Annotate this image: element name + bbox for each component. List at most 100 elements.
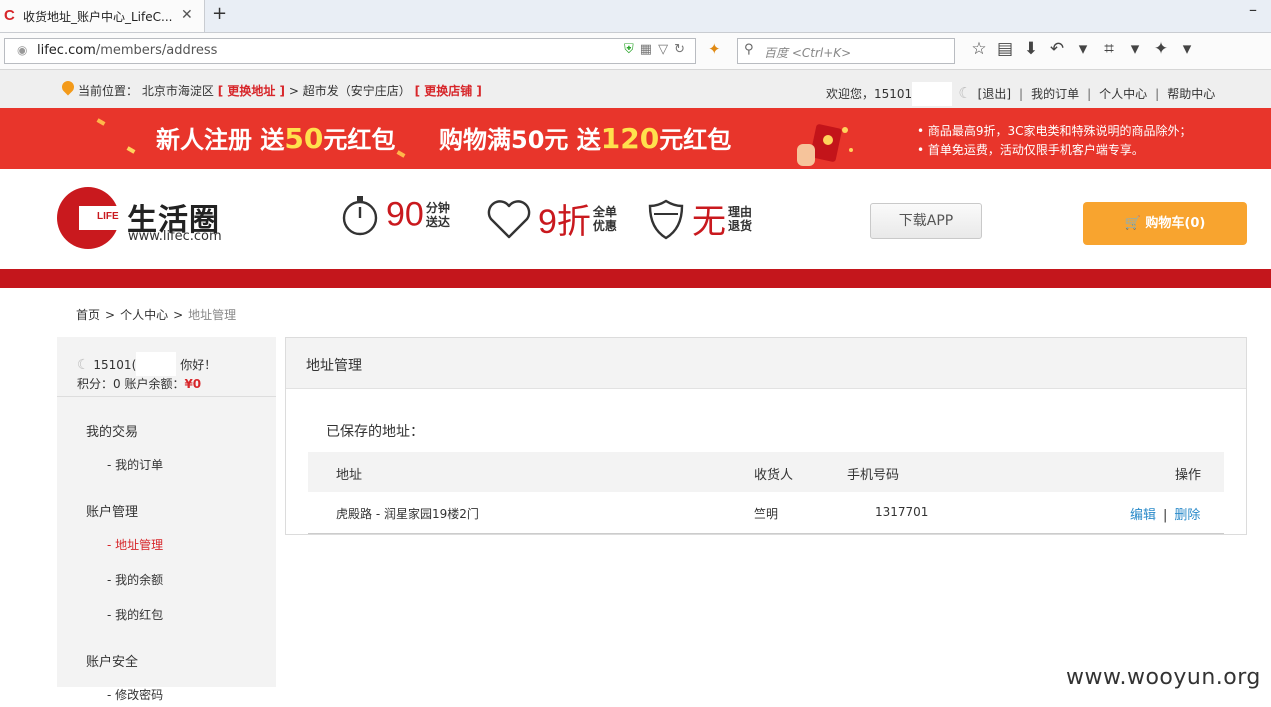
panel-header: 地址管理: [286, 338, 1246, 389]
feature-number: 90: [386, 195, 424, 234]
edit-link[interactable]: 编辑: [1130, 508, 1156, 523]
search-input[interactable]: ⚲ 百度 <Ctrl+K>: [737, 38, 955, 64]
banner-background: [1247, 108, 1271, 169]
address-bar[interactable]: ◉ lifec.com/members/address ⛨▦▽↻: [4, 38, 696, 64]
window-minimize-button[interactable]: –: [1249, 0, 1257, 19]
dropdown-icon[interactable]: ▽: [658, 42, 674, 57]
feature-label-line: 全单: [592, 204, 617, 219]
promo-banner[interactable]: 新人注册 送50元红包 购物满50元 送120元红包 • 商品最高9折，3C家电…: [57, 108, 1247, 169]
screenshot-crop-icon[interactable]: ⌗: [1096, 39, 1122, 59]
url-path: /members/address: [95, 43, 218, 58]
promo-note: • 首单免运费，活动仅限手机客户端专享。: [917, 143, 1144, 157]
reading-list-icon[interactable]: ▤: [992, 39, 1018, 59]
promo-note: • 商品最高9折，3C家电类和特殊说明的商品除外；: [917, 124, 1192, 138]
cell-receiver: 竺明: [754, 507, 779, 521]
feature-free-return: 无理由 退货: [646, 194, 756, 241]
confetti-decoration: [126, 146, 136, 154]
security-shield-icon[interactable]: ⛨: [624, 42, 640, 57]
bookmark-star-icon[interactable]: ☆: [966, 39, 992, 59]
promo-number: 50: [284, 122, 324, 155]
promo-text: 元红包: [659, 126, 732, 154]
help-center-link[interactable]: 帮助中心: [1167, 87, 1215, 101]
user-links: 欢迎您，15101 ☾ [退出] | 我的订单 | 个人中心 | 帮助中心: [826, 82, 1215, 106]
globe-icon: ◉: [17, 43, 28, 57]
url-text[interactable]: lifec.com/members/address: [37, 43, 217, 58]
promo-register: 新人注册 送50元红包: [156, 120, 395, 155]
url-domain: lifec.com: [37, 43, 96, 58]
column-phone: 手机号码: [847, 468, 900, 483]
saved-address-label: 已保存的地址：: [326, 424, 424, 440]
sidebar-item-red-packet[interactable]: - 我的红包: [107, 606, 163, 623]
column-receiver: 收货人: [754, 468, 794, 483]
download-app-button[interactable]: 下载APP: [870, 203, 982, 239]
greeting: 你好！: [180, 358, 217, 372]
balance-amount: ¥0: [184, 377, 202, 391]
confetti-decoration: [96, 118, 106, 126]
promo-text: 元红包: [323, 126, 396, 154]
logo-mark: LIFE: [97, 211, 119, 222]
menu-chevron-icon[interactable]: ▾: [1070, 39, 1096, 59]
feature-label: 分钟 送达: [426, 201, 454, 229]
points-text: 积分：0 账户余额：: [77, 377, 185, 391]
change-store-link[interactable]: [ 更换店铺 ]: [415, 84, 482, 98]
redaction-box: [912, 82, 953, 106]
divider: [57, 396, 276, 397]
feature-number: 9折: [538, 203, 591, 241]
browser-tab[interactable]: C 收货地址_账户中心_LifeC... ✕: [0, 0, 205, 32]
moon-icon: ☾: [77, 357, 90, 373]
download-icon[interactable]: ⬇: [1018, 39, 1044, 59]
breadcrumb-home[interactable]: 首页: [76, 308, 100, 322]
tab-close-icon[interactable]: ✕: [181, 7, 193, 23]
stopwatch-icon: [342, 196, 378, 236]
address-bar-icons: ⛨▦▽↻: [624, 42, 691, 57]
current-location: 当前位置： 北京市海淀区 [ 更换地址 ] > 超市发（安宁庄店） [ 更换店铺…: [78, 82, 482, 99]
change-address-link[interactable]: [ 更换地址 ]: [218, 84, 285, 98]
promo-purchase: 购物满50元 送120元红包: [439, 120, 731, 155]
sidebar-item-address[interactable]: - 地址管理: [107, 536, 163, 553]
logo-url: www.lifec.com: [128, 229, 222, 244]
feature-label-line: 优惠: [592, 218, 617, 233]
qr-code-icon[interactable]: ▦: [640, 42, 658, 57]
welcome-text: 欢迎您，15101: [826, 87, 913, 101]
menu-chevron-icon[interactable]: ▾: [1122, 39, 1148, 59]
addon-icon[interactable]: ✦: [1148, 39, 1174, 59]
logout-link[interactable]: [退出]: [978, 87, 1011, 101]
breadcrumb-current: 地址管理: [188, 308, 237, 322]
undo-icon[interactable]: ↶: [1044, 39, 1070, 59]
my-orders-link[interactable]: 我的订单: [1031, 87, 1079, 101]
user-center-link[interactable]: 个人中心: [1099, 87, 1147, 101]
feature-label-line: 理由: [728, 204, 753, 219]
menu-chevron-icon[interactable]: ▾: [1174, 39, 1200, 59]
moon-icon: ☾: [958, 84, 972, 102]
store-arrow: >: [288, 84, 299, 98]
action-separator: |: [1163, 508, 1168, 523]
confetti-decoration: [396, 150, 406, 158]
sidebar-item-balance[interactable]: - 我的余额: [107, 571, 163, 588]
delete-link[interactable]: 删除: [1174, 508, 1200, 523]
separator: |: [1155, 87, 1160, 101]
search-icon: ⚲: [744, 42, 754, 57]
username: 15101(: [93, 358, 137, 372]
heart-icon: [487, 199, 531, 238]
sidebar: ☾ 15101(你好！ 积分：0 账户余额：¥0 我的交易 - 我的订单 账户管…: [57, 337, 276, 702]
extension-icon[interactable]: ✦: [708, 40, 721, 58]
banner-background: [0, 108, 57, 169]
breadcrumb-user-center[interactable]: 个人中心: [120, 308, 168, 322]
cart-button[interactable]: 🛒 购物车(0): [1083, 202, 1247, 245]
site-logo[interactable]: LIFE: [57, 187, 119, 249]
feature-discount: 9折 全单 优惠: [486, 194, 621, 241]
feature-label-line: 退货: [728, 218, 753, 233]
reload-icon[interactable]: ↻: [674, 42, 691, 57]
shield-icon: [648, 199, 684, 239]
new-tab-button[interactable]: +: [212, 3, 227, 24]
sidebar-item-change-password[interactable]: - 修改密码: [107, 686, 163, 703]
sidebar-section-account: 账户管理: [86, 505, 139, 520]
sidebar-section-security: 账户安全: [86, 655, 139, 670]
sidebar-item-my-orders[interactable]: - 我的订单: [107, 456, 163, 473]
table-header: 地址 收货人 手机号码 操作: [308, 452, 1224, 492]
feature-label-line: 送达: [425, 215, 450, 229]
watermark-text: www.wooyun.org: [1066, 665, 1261, 690]
search-placeholder: 百度 <Ctrl+K>: [764, 46, 852, 60]
breadcrumb: 首页 > 个人中心 > 地址管理: [76, 306, 236, 323]
header-divider: [0, 269, 1271, 288]
